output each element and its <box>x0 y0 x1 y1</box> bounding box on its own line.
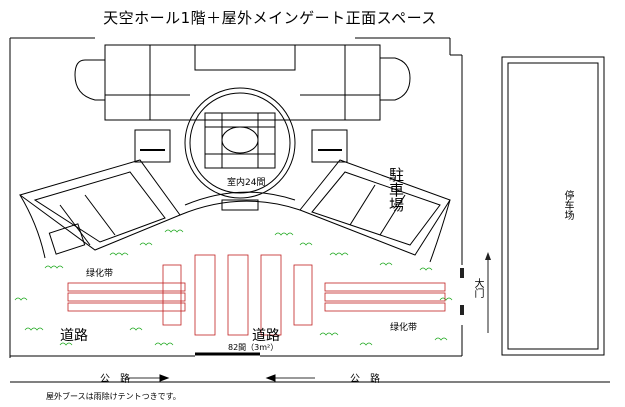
green-belt-right-label: 绿化带 <box>390 323 418 333</box>
gate-label: 大门 <box>472 278 483 298</box>
outdoor-booths-label: 82間（3m²） <box>228 343 279 352</box>
outdoor-tents <box>67 254 446 336</box>
site-plan <box>9 37 610 383</box>
highway-left-label: 公 路 <box>100 374 130 385</box>
road-left-label: 道路 <box>60 328 88 344</box>
indoor-booths-label: 室内24間 <box>227 178 266 188</box>
parking-lot-right-label: 停车场 <box>562 190 573 220</box>
main-building <box>18 44 451 263</box>
green-belt-left-label: 绿化带 <box>86 269 114 279</box>
highway-right-label: 公 路 <box>350 374 380 385</box>
footnote: 屋外ブースは雨除けテントつきです。 <box>46 392 181 401</box>
parking-area <box>501 56 605 356</box>
parking-lot-label: 駐車場 <box>387 167 405 212</box>
